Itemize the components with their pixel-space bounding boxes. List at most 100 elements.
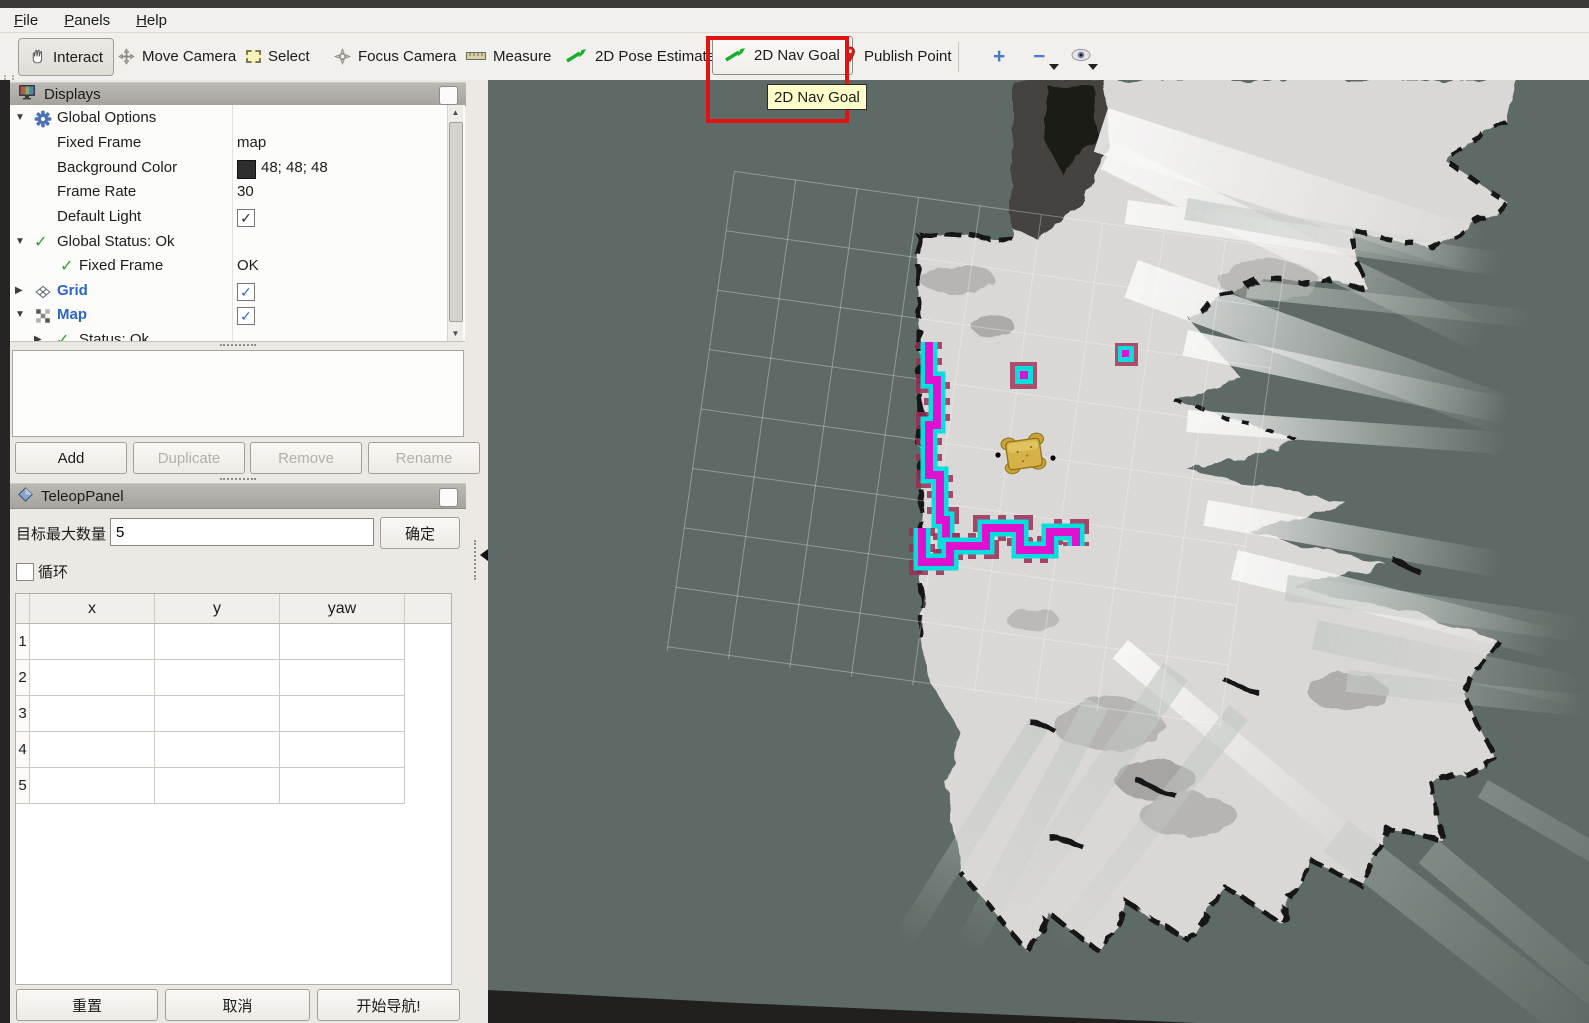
expand-icon[interactable]: ▶	[34, 334, 42, 342]
table-cell[interactable]	[30, 624, 155, 660]
collapse-icon[interactable]: ▼	[15, 309, 25, 320]
nav-goal-tool-button[interactable]: 2D Nav Goal	[712, 36, 853, 75]
table-cell[interactable]	[280, 660, 405, 696]
tree-row-grid[interactable]: ▶ Grid ✓	[10, 280, 465, 304]
gear-icon	[34, 110, 52, 128]
zoom-out-button[interactable]: −	[1033, 33, 1045, 80]
table-cell[interactable]	[155, 660, 280, 696]
color-swatch[interactable]	[237, 160, 256, 179]
tree-scrollbar[interactable]: ▲ ▼	[447, 105, 463, 341]
tree-value[interactable]: 48; 48; 48	[261, 159, 328, 176]
reset-button[interactable]: 重置	[16, 989, 158, 1021]
tree-row-fixed-frame[interactable]: Fixed Frame map	[10, 132, 465, 156]
zoom-dropdown-caret[interactable]	[1049, 64, 1059, 70]
eye-icon	[1070, 48, 1092, 66]
tree-row-map-status-clipped[interactable]: ▶ ✓ Status: Ok	[10, 329, 465, 342]
displays-panel-float-checkbox[interactable]	[439, 86, 458, 105]
render-viewport[interactable]	[488, 80, 1589, 1023]
zoom-in-button[interactable]: +	[993, 33, 1005, 80]
duplicate-button[interactable]: Duplicate	[133, 442, 245, 474]
tree-label: Status: Ok	[79, 331, 149, 342]
table-cell[interactable]	[280, 624, 405, 660]
tree-row-fixed-frame-status[interactable]: ✓ Fixed Frame OK	[10, 255, 465, 279]
displays-panel-header: Displays	[10, 82, 466, 106]
menu-help[interactable]: Help	[136, 12, 167, 29]
start-navigation-button[interactable]: 开始导航!	[317, 989, 460, 1021]
checkbox-checked[interactable]: ✓	[237, 307, 255, 325]
column-header-x[interactable]: x	[30, 594, 155, 624]
collapse-icon[interactable]: ▼	[15, 112, 25, 123]
measure-tool[interactable]: Measure	[466, 33, 551, 80]
interact-tool-button[interactable]: Interact	[18, 38, 114, 76]
column-header-y[interactable]: y	[155, 594, 280, 624]
map-canvas	[488, 80, 1589, 1023]
splitter-handle[interactable]	[220, 344, 256, 346]
checkbox-checked[interactable]: ✓	[237, 283, 255, 301]
row-header[interactable]: 3	[16, 696, 30, 732]
waypoint-table: x y yaw 1 2 3 4 5	[15, 593, 452, 985]
monitor-icon	[18, 84, 36, 104]
table-cell[interactable]	[30, 768, 155, 804]
table-cell[interactable]	[155, 624, 280, 660]
tree-row-global-status[interactable]: ▼ ✓ Global Status: Ok	[10, 231, 465, 255]
rviz-window: File Panels Help Interact Move Camera Se…	[0, 0, 1589, 1023]
table-cell[interactable]	[280, 696, 405, 732]
add-button[interactable]: Add	[15, 442, 127, 474]
left-panel: Displays ▼ Global Options Fixed Frame ma…	[10, 80, 488, 1023]
table-cell[interactable]	[280, 768, 405, 804]
teleop-panel-float-checkbox[interactable]	[439, 488, 458, 507]
table-cell[interactable]	[280, 732, 405, 768]
cancel-button[interactable]: 取消	[165, 989, 310, 1021]
tree-row-default-light[interactable]: Default Light ✓	[10, 206, 465, 230]
loop-checkbox[interactable]	[16, 563, 34, 581]
row-header[interactable]: 4	[16, 732, 30, 768]
tree-value: OK	[237, 257, 259, 274]
tree-row-global-options[interactable]: ▼ Global Options	[10, 107, 465, 131]
scroll-up-arrow[interactable]: ▲	[448, 105, 463, 120]
collapse-icon[interactable]: ▼	[15, 236, 25, 247]
table-cell[interactable]	[155, 732, 280, 768]
row-header[interactable]: 5	[16, 768, 30, 804]
check-ok-icon: ✓	[60, 256, 73, 276]
tree-row-background-color[interactable]: Background Color 48; 48; 48	[10, 157, 465, 181]
max-goal-input[interactable]	[110, 518, 374, 546]
focus-camera-tool[interactable]: Focus Camera	[334, 33, 456, 80]
table-cell[interactable]	[30, 696, 155, 732]
expand-icon[interactable]: ▶	[15, 285, 23, 296]
menu-file[interactable]: File	[14, 12, 38, 29]
table-cell[interactable]	[30, 660, 155, 696]
visibility-dropdown-caret[interactable]	[1088, 64, 1098, 70]
tree-label: Map	[57, 306, 87, 323]
map-display-icon	[34, 307, 52, 325]
panel-collapse-arrow-icon[interactable]	[480, 549, 488, 561]
pose-estimate-label: 2D Pose Estimate	[595, 48, 715, 65]
remove-button[interactable]: Remove	[250, 442, 362, 474]
menu-panels[interactable]: Panels	[64, 12, 110, 29]
publish-point-label: Publish Point	[864, 48, 952, 65]
checkbox-checked[interactable]: ✓	[237, 209, 255, 227]
green-arrow-icon	[566, 47, 588, 67]
tree-row-map[interactable]: ▼ Map ✓	[10, 304, 465, 328]
tree-value[interactable]: map	[237, 134, 266, 151]
confirm-button[interactable]: 确定	[380, 517, 460, 549]
table-cell[interactable]	[155, 768, 280, 804]
scroll-down-arrow[interactable]: ▼	[448, 326, 463, 341]
tree-value[interactable]: 30	[237, 183, 254, 200]
splitter-handle[interactable]	[220, 478, 256, 480]
rename-button[interactable]: Rename	[368, 442, 480, 474]
column-header-yaw[interactable]: yaw	[280, 594, 405, 624]
publish-point-tool[interactable]: Publish Point	[843, 33, 952, 80]
move-camera-tool[interactable]: Move Camera	[118, 33, 236, 80]
visibility-button[interactable]	[1070, 33, 1092, 80]
table-cell[interactable]	[30, 732, 155, 768]
tree-label: Background Color	[57, 159, 177, 176]
row-header[interactable]: 2	[16, 660, 30, 696]
table-cell[interactable]	[155, 696, 280, 732]
panel-resize-handle[interactable]	[474, 540, 478, 580]
select-tool[interactable]: Select	[246, 33, 310, 80]
tree-row-frame-rate[interactable]: Frame Rate 30	[10, 181, 465, 205]
scrollbar-thumb[interactable]	[449, 122, 463, 322]
row-header[interactable]: 1	[16, 624, 30, 660]
pose-estimate-tool[interactable]: 2D Pose Estimate	[566, 33, 715, 80]
measure-label: Measure	[493, 48, 551, 65]
